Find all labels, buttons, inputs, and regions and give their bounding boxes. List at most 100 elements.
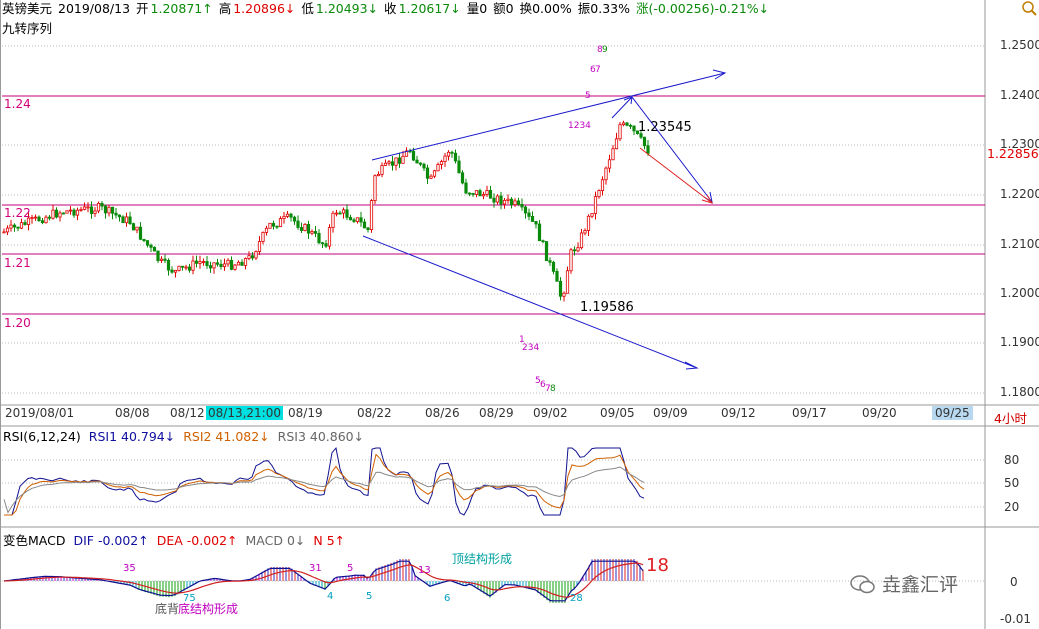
candle-body	[327, 227, 332, 247]
candle-body	[240, 261, 244, 266]
candle-body	[299, 227, 304, 231]
seq-low-8: 8	[550, 384, 556, 394]
candle-body	[219, 263, 223, 268]
candle-body	[229, 259, 234, 270]
candle-body	[527, 212, 531, 217]
candle-body	[184, 266, 188, 269]
candle-body	[394, 157, 398, 166]
candle-body	[569, 249, 573, 272]
candle-body	[222, 263, 227, 268]
candle-body	[380, 165, 384, 175]
macd-num-4: 4	[327, 591, 333, 602]
candle-body	[145, 240, 150, 246]
candle-body	[47, 216, 52, 219]
candle-body	[460, 172, 465, 184]
candle-body	[37, 216, 41, 222]
candle-body	[317, 232, 321, 244]
candle-body	[359, 217, 363, 223]
candle-body	[264, 227, 269, 233]
candle-body	[79, 209, 83, 211]
candle-body	[481, 194, 486, 197]
candle-body	[331, 212, 335, 229]
candle-body	[257, 241, 262, 252]
period-selector[interactable]: 4小时	[994, 408, 1027, 427]
candle-body	[54, 209, 59, 218]
trend-lines	[362, 69, 727, 370]
price-tick: 1.21000	[1000, 237, 1039, 251]
candle-body	[642, 136, 647, 147]
candle-body	[82, 206, 87, 210]
upper-trend-line	[371, 72, 726, 161]
seq-5: 5	[585, 91, 591, 101]
level-label-120: 1.20	[4, 316, 31, 330]
candle-body	[548, 260, 552, 263]
candle-body	[23, 222, 27, 225]
candle-body	[376, 173, 381, 177]
candle-body	[170, 269, 174, 273]
date-cursor-label[interactable]: 08/13,21:00	[206, 406, 283, 420]
candle-body	[537, 223, 542, 242]
candle-body	[530, 216, 535, 222]
date-tick: 08/22	[357, 406, 392, 420]
candle-body	[373, 175, 377, 201]
candle-body	[278, 218, 283, 227]
candle-body	[159, 258, 164, 261]
candle-body	[201, 261, 206, 263]
candle-body	[464, 182, 468, 194]
candle-body	[499, 195, 503, 205]
candle-body	[16, 226, 20, 229]
date-tick: 09/05	[600, 406, 635, 420]
candle-body	[128, 216, 132, 225]
date-tick: 09/02	[533, 406, 568, 420]
candle-body	[187, 266, 192, 271]
rsi-tick-50: 50	[1004, 476, 1020, 490]
watermark-text: 垚鑫汇评	[882, 574, 959, 596]
candle-body	[478, 190, 482, 197]
candle-body	[215, 262, 220, 265]
candle-body	[467, 192, 472, 195]
candle-body	[572, 249, 577, 252]
candle-body	[61, 212, 66, 215]
date-tick: 09/09	[653, 406, 688, 420]
candle-body	[107, 206, 111, 214]
candle-body	[68, 209, 73, 212]
candle-body	[383, 162, 388, 166]
candle-body	[590, 213, 594, 217]
candle-body	[453, 152, 458, 162]
candle-body	[369, 200, 374, 231]
candle-body	[544, 241, 549, 262]
macd-title-row: 变色MACD DIF -0.002↑ DEA -0.002↑ MACD 0↓ N…	[3, 530, 345, 549]
candle-body	[86, 206, 90, 209]
candle-body	[58, 212, 62, 218]
candle-body	[233, 264, 237, 270]
candle-body	[534, 221, 538, 225]
candle-body	[44, 216, 48, 224]
candle-body	[401, 155, 405, 164]
candle-body	[93, 210, 97, 214]
candle-body	[33, 216, 38, 219]
date-tick: 08/12	[170, 406, 205, 420]
candle-body	[551, 261, 556, 272]
candle-body	[12, 224, 17, 228]
date-tick-end: 09/25	[932, 406, 973, 420]
candle-body	[191, 260, 195, 271]
candle-body	[520, 204, 524, 208]
candle-body	[177, 265, 181, 271]
candle-body	[621, 122, 626, 126]
candle-body	[474, 190, 479, 195]
candle-body	[604, 167, 608, 181]
candle-body	[646, 145, 650, 154]
candle-body	[436, 164, 440, 172]
macd-num-5: 5	[347, 563, 353, 574]
candle-body	[306, 223, 311, 234]
date-tick: 09/20	[862, 406, 897, 420]
candle-body	[422, 163, 426, 169]
candle-body	[485, 190, 489, 195]
candle-body	[555, 270, 559, 282]
candle-body	[117, 214, 122, 218]
date-tick: 08/29	[479, 406, 514, 420]
trough-label: 1.19586	[580, 300, 634, 315]
macd-count-18: 18	[646, 555, 669, 576]
price-tick: 1.19000	[1000, 335, 1039, 349]
candle-body	[135, 226, 139, 231]
